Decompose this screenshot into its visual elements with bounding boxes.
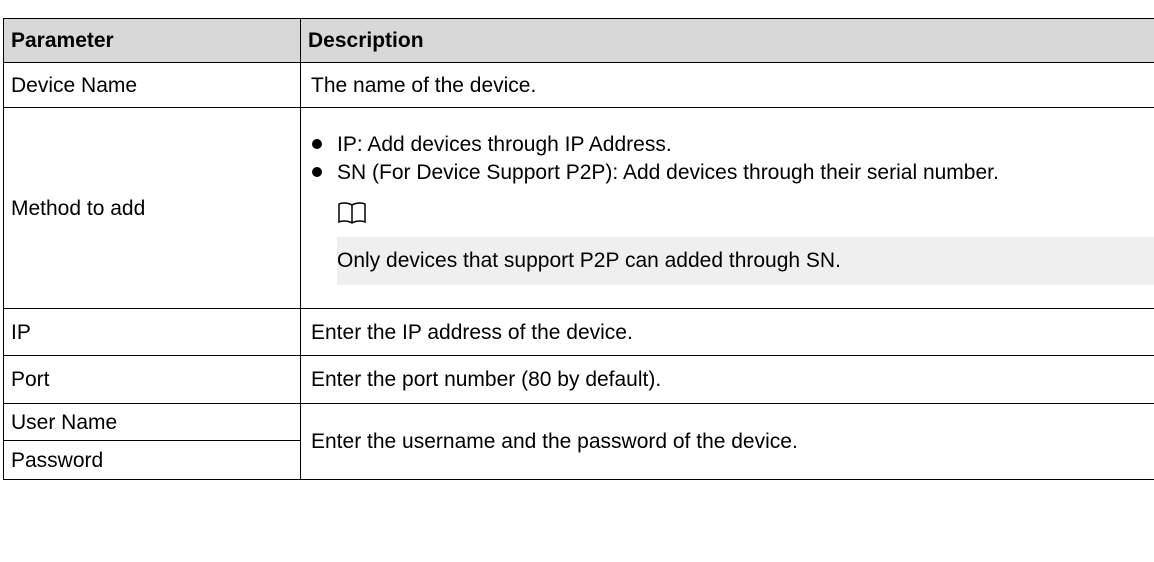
header-description: Description (300, 18, 1154, 63)
table-row: Method to add IP: Add devices through IP… (3, 107, 1154, 309)
note-box: Only devices that support P2P can added … (337, 237, 1154, 285)
method-bullet-list: IP: Add devices through IP Address. SN (… (311, 131, 1154, 187)
table-row: IP Enter the IP address of the device. (3, 308, 1154, 356)
param-password: Password (3, 440, 301, 480)
list-item: SN (For Device Support P2P): Add devices… (311, 159, 1154, 187)
book-icon (338, 202, 366, 224)
list-item: IP: Add devices through IP Address. (311, 131, 1154, 159)
bullet-text-ip: IP: Add devices through IP Address. (337, 133, 672, 156)
parameter-table: Parameter Description Device Name The na… (3, 18, 1154, 480)
header-parameter: Parameter (3, 18, 301, 63)
param-port: Port (3, 355, 301, 404)
table-header-row: Parameter Description (3, 18, 1154, 63)
table-row: Device Name The name of the device. (3, 62, 1154, 108)
note-text: Only devices that support P2P can added … (337, 249, 841, 272)
document-page: Parameter Description Device Name The na… (0, 0, 1154, 562)
desc-port: Enter the port number (80 by default). (300, 355, 1154, 404)
param-method-to-add: Method to add (3, 107, 301, 309)
bullet-icon (312, 167, 322, 177)
param-ip: IP (3, 308, 301, 356)
bullet-icon (312, 139, 322, 149)
param-user-name: User Name (3, 403, 301, 441)
desc-credentials: Enter the username and the password of t… (300, 403, 1154, 480)
param-device-name: Device Name (3, 62, 301, 108)
note-icon-container (337, 201, 1154, 227)
desc-ip: Enter the IP address of the device. (300, 308, 1154, 356)
desc-method-to-add: IP: Add devices through IP Address. SN (… (300, 107, 1154, 309)
table-row: Port Enter the port number (80 by defaul… (3, 355, 1154, 404)
desc-device-name: The name of the device. (300, 62, 1154, 108)
bullet-text-sn: SN (For Device Support P2P): Add devices… (337, 161, 999, 184)
table-row: User Name Enter the username and the pas… (3, 403, 1154, 480)
